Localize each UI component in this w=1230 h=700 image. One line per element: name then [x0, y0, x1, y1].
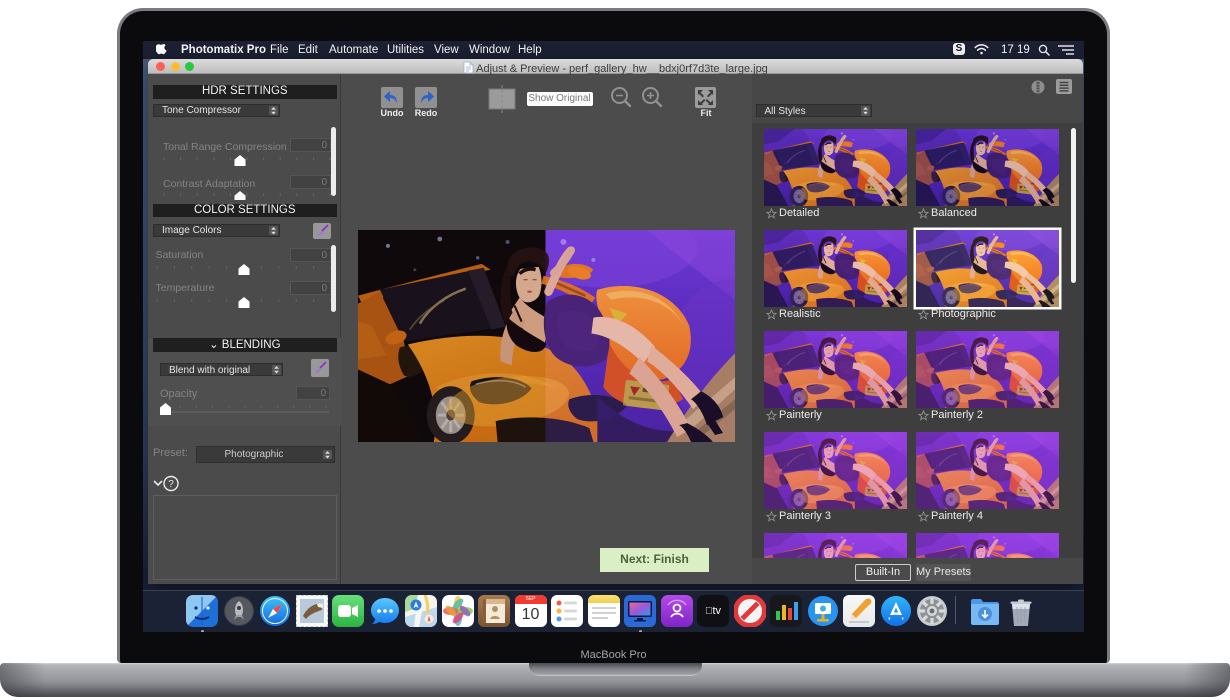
svg-text:?: ?: [168, 479, 174, 490]
